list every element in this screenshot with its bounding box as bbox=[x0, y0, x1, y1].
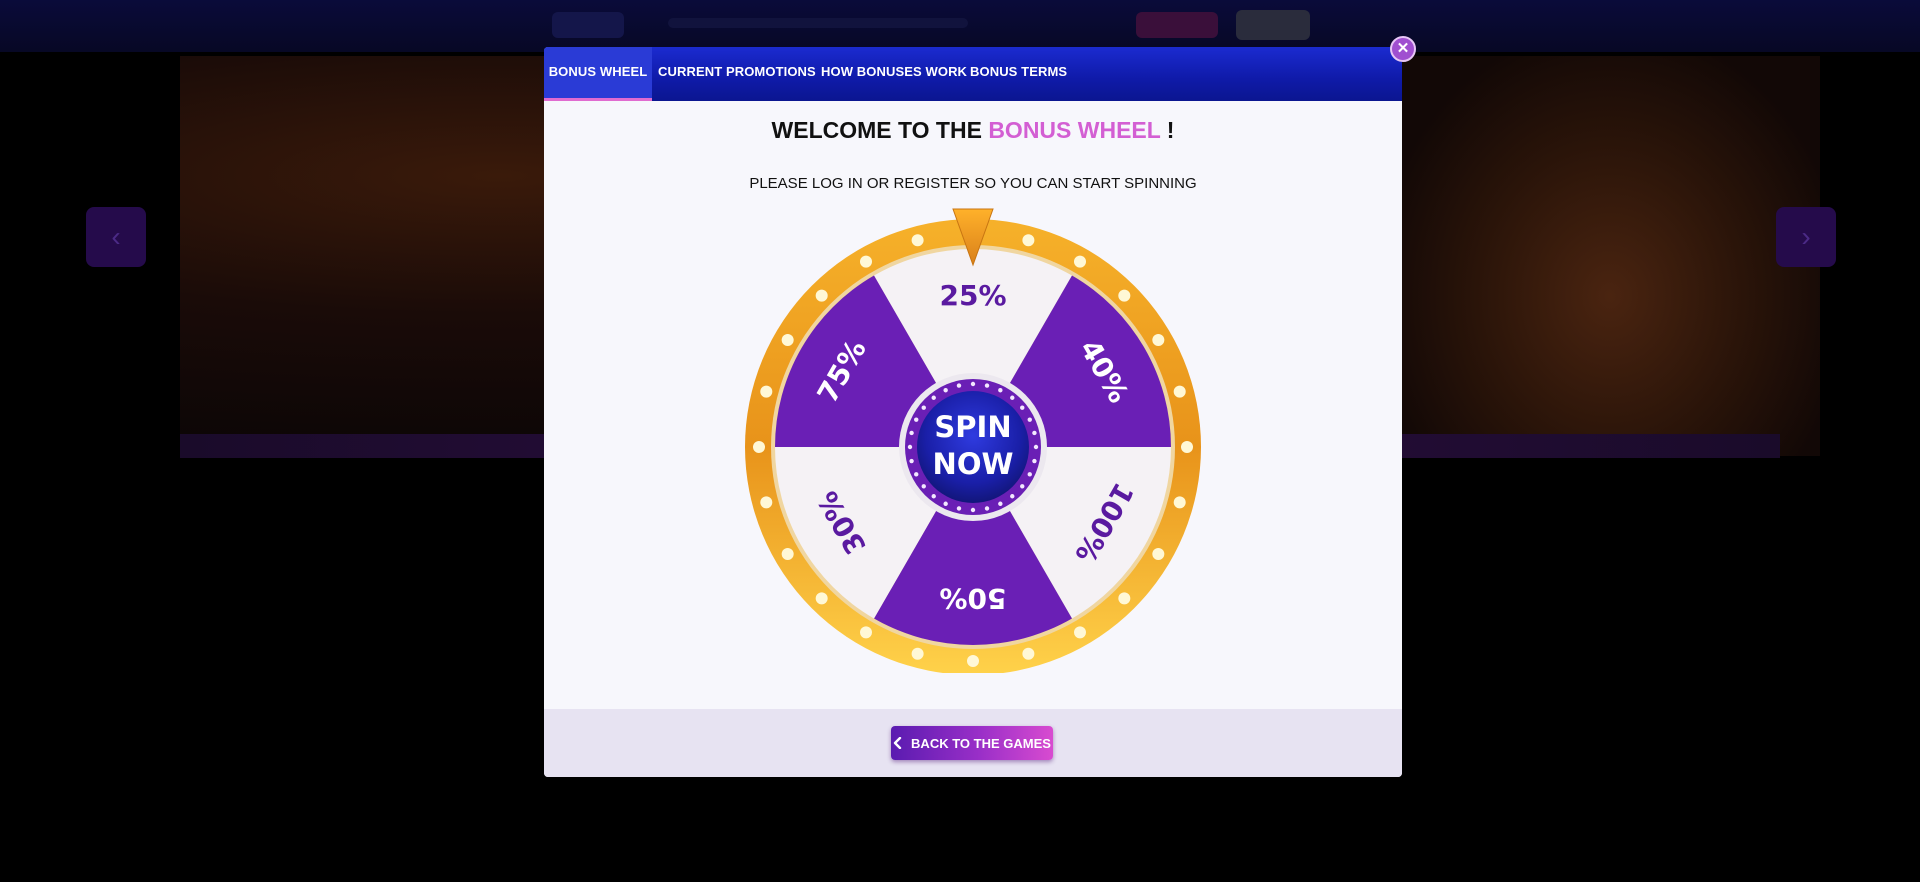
rim-bulb bbox=[1118, 592, 1131, 605]
hub-dot bbox=[943, 388, 948, 393]
back-button-label: BACK TO THE GAMES bbox=[911, 735, 1051, 751]
page-title: WELCOME TO THE BONUS WHEEL ! bbox=[544, 117, 1402, 144]
tab-current-promotions[interactable]: CURRENT PROMOTIONS bbox=[658, 47, 816, 101]
hub-dot bbox=[1033, 444, 1039, 450]
hub-dot bbox=[921, 484, 926, 489]
hub-dot bbox=[1020, 405, 1025, 410]
hub-dot bbox=[970, 507, 976, 513]
background-top-bar bbox=[0, 0, 1920, 52]
hub-dot bbox=[914, 472, 919, 477]
bonus-wheel[interactable]: 25% 40% 100% 50% 30% 75% SPIN NOW bbox=[745, 207, 1201, 675]
rim-bulb bbox=[781, 334, 794, 346]
background-logo bbox=[552, 12, 624, 38]
hub-dot bbox=[931, 395, 936, 400]
background-prev-arrow: ‹ bbox=[86, 207, 146, 267]
rim-bulb bbox=[1022, 234, 1035, 247]
login-prompt: PLEASE LOG IN OR REGISTER SO YOU CAN STA… bbox=[749, 175, 1197, 192]
rim-bulb bbox=[815, 289, 828, 302]
rim-bulb bbox=[1074, 626, 1086, 639]
title-accent: BONUS WHEEL bbox=[988, 117, 1161, 143]
hub-dot bbox=[1032, 430, 1037, 436]
hub-dot bbox=[956, 383, 962, 388]
hub-dot bbox=[1032, 458, 1037, 464]
hub-dot bbox=[914, 417, 919, 422]
background-login-button bbox=[1236, 10, 1310, 40]
hub-dot bbox=[1010, 494, 1015, 499]
wheel-graphic: 25%40%100%50%30%75% SPINNOW bbox=[745, 208, 1201, 675]
hub-dot bbox=[984, 383, 990, 388]
title-suffix: ! bbox=[1166, 117, 1175, 143]
hub-dot bbox=[984, 506, 990, 511]
background-hero-right bbox=[1400, 56, 1820, 456]
rim-bulb bbox=[753, 441, 765, 453]
rim-bulb bbox=[860, 255, 872, 268]
rim-bulb bbox=[1118, 289, 1131, 302]
hub-dot bbox=[1020, 484, 1025, 489]
hub-dot bbox=[943, 501, 948, 506]
hub-dot bbox=[998, 388, 1003, 393]
rim-bulb bbox=[967, 655, 979, 667]
hub-dot bbox=[909, 430, 914, 436]
hub-dot bbox=[998, 501, 1003, 506]
segment-label: 25% bbox=[939, 279, 1006, 312]
segment-label: 50% bbox=[939, 582, 1006, 615]
spin-label-line2: NOW bbox=[933, 447, 1014, 481]
tab-bonus-wheel[interactable]: BONUS WHEEL bbox=[544, 47, 652, 101]
title-prefix: WELCOME TO THE bbox=[771, 117, 982, 143]
background-nav bbox=[668, 18, 968, 28]
rim-bulb bbox=[781, 548, 794, 560]
rim-bulb bbox=[1152, 548, 1165, 560]
hub-dot bbox=[1027, 472, 1032, 477]
rim-bulb bbox=[1074, 255, 1086, 268]
rim-bulb bbox=[815, 592, 828, 605]
bonus-modal: BONUS WHEEL CURRENT PROMOTIONS HOW BONUS… bbox=[544, 47, 1402, 777]
spin-now-button[interactable]: SPINNOW bbox=[899, 373, 1047, 521]
rim-bulb bbox=[760, 496, 773, 509]
hub-dot bbox=[970, 381, 976, 387]
spin-label-line1: SPIN bbox=[934, 410, 1011, 444]
tab-bar: BONUS WHEEL CURRENT PROMOTIONS HOW BONUS… bbox=[544, 47, 1402, 101]
chevron-left-icon bbox=[893, 737, 902, 749]
tab-how-bonuses-work[interactable]: HOW BONUSES WORK bbox=[821, 47, 967, 101]
hub-dot bbox=[909, 458, 914, 464]
rim-bulb bbox=[1173, 496, 1186, 509]
hub-dot bbox=[907, 444, 913, 450]
background-register-button bbox=[1136, 12, 1218, 38]
rim-bulb bbox=[1152, 334, 1165, 346]
rim-bulb bbox=[1181, 441, 1193, 453]
rim-bulb bbox=[860, 626, 872, 639]
rim-bulb bbox=[911, 234, 924, 247]
background-next-arrow: › bbox=[1776, 207, 1836, 267]
rim-bulb bbox=[1173, 385, 1186, 398]
hub-dot bbox=[1027, 417, 1032, 422]
back-to-games-button[interactable]: BACK TO THE GAMES bbox=[891, 726, 1053, 760]
hub-dot bbox=[956, 506, 962, 511]
hub-dot bbox=[931, 494, 936, 499]
rim-bulb bbox=[760, 385, 773, 398]
rim-bulb bbox=[1022, 647, 1035, 660]
tab-bonus-terms[interactable]: BONUS TERMS bbox=[970, 47, 1067, 101]
close-icon[interactable]: ✕ bbox=[1390, 36, 1416, 62]
hub-dot bbox=[1010, 395, 1015, 400]
rim-bulb bbox=[911, 647, 924, 660]
hub-dot bbox=[921, 405, 926, 410]
